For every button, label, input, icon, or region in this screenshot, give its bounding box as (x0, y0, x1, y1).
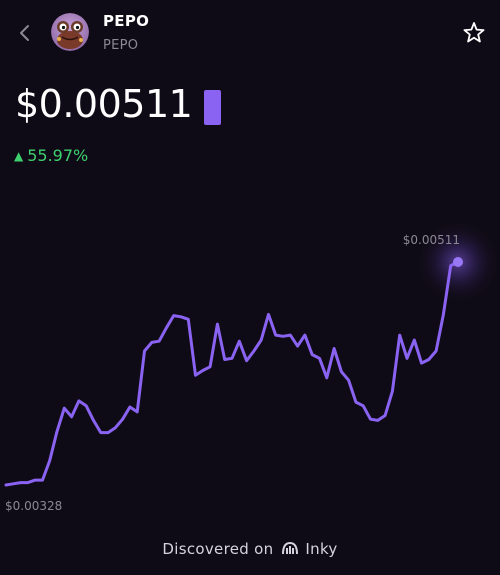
footer-text: Discovered on (162, 540, 274, 558)
back-button[interactable] (12, 18, 38, 48)
pepo-logo-icon (51, 13, 89, 51)
inky-logo-icon (282, 541, 299, 555)
footer: Discovered on Inky (0, 540, 500, 558)
chevron-left-icon (20, 25, 29, 41)
current-price: $0.00511 (15, 82, 193, 126)
token-name: PEPO (103, 12, 150, 30)
token-avatar (51, 13, 89, 51)
price-change: ▲ 55.97% (14, 146, 88, 165)
chart-high-label: $0.00511 (403, 233, 460, 247)
price-cursor (204, 90, 221, 125)
current-point (453, 257, 463, 267)
up-triangle-icon: ▲ (14, 149, 24, 163)
price-chart[interactable]: $0.00511 $0.00328 (0, 180, 500, 525)
chart-low-label: $0.00328 (5, 499, 62, 513)
price-change-value: 55.97% (27, 146, 89, 165)
header: PEPO PEPO (0, 0, 500, 70)
favorite-button[interactable] (461, 20, 487, 46)
price-line (4, 260, 460, 487)
price-chart-svg: $0.00511 $0.00328 (4, 220, 500, 513)
footer-brand: Inky (305, 540, 338, 558)
token-symbol: PEPO (103, 38, 139, 53)
star-outline-icon (463, 22, 485, 43)
token-detail-screen: PEPO PEPO $0.00511 ▲ 55.97% $0.00511 $0.… (0, 0, 500, 575)
